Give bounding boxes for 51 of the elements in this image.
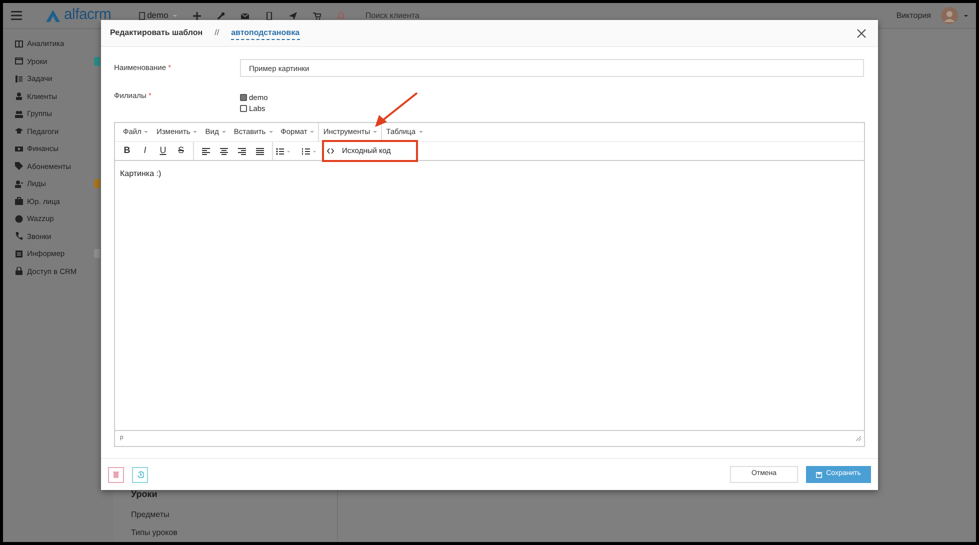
search-field[interactable]: Поиск клиента bbox=[365, 10, 456, 22]
calendar-icon bbox=[15, 57, 23, 66]
panel-link[interactable]: Типы уроков bbox=[131, 527, 337, 539]
briefcase-icon bbox=[15, 197, 23, 206]
users-icon bbox=[15, 110, 23, 118]
phone-icon bbox=[15, 232, 23, 240]
checkbox[interactable] bbox=[240, 94, 247, 101]
resize-handle-icon[interactable] bbox=[856, 436, 861, 441]
breadcrumb-separator: // bbox=[214, 27, 220, 39]
justify-icon[interactable] bbox=[256, 148, 264, 154]
history-button[interactable] bbox=[132, 466, 148, 482]
code-icon bbox=[327, 148, 334, 154]
align-right-icon[interactable] bbox=[238, 148, 246, 154]
align-left-icon[interactable] bbox=[202, 148, 210, 154]
cart-icon[interactable] bbox=[313, 12, 322, 20]
checkbox[interactable] bbox=[240, 105, 247, 112]
user-name[interactable]: Виктория bbox=[896, 10, 931, 22]
graduation-cap-icon bbox=[15, 127, 23, 136]
modal-title: Редактировать шаблон bbox=[110, 27, 203, 39]
strikethrough-button[interactable]: S bbox=[172, 142, 190, 160]
trash-icon bbox=[113, 471, 119, 478]
panel-link[interactable]: Предметы bbox=[131, 509, 337, 521]
money-icon bbox=[15, 144, 23, 153]
align-center-icon[interactable] bbox=[220, 148, 228, 154]
wrench-icon[interactable] bbox=[217, 12, 226, 20]
tag-icon bbox=[15, 162, 23, 170]
plus-icon[interactable] bbox=[193, 12, 202, 20]
branch-selector[interactable]: demo bbox=[139, 9, 178, 22]
section-heading: Уроки bbox=[131, 488, 158, 501]
history-icon bbox=[136, 471, 144, 478]
close-icon[interactable] bbox=[857, 28, 866, 38]
bullet-list-icon[interactable] bbox=[276, 148, 290, 154]
tasks-icon bbox=[15, 74, 23, 83]
editor-text: Картинка :) bbox=[120, 168, 162, 180]
user-icon bbox=[15, 92, 23, 100]
list-icon bbox=[15, 250, 23, 258]
logo-icon bbox=[46, 10, 60, 22]
numbered-list-icon[interactable] bbox=[302, 148, 316, 154]
logo-text: alfacrm bbox=[64, 5, 112, 26]
user-plus-icon bbox=[15, 180, 23, 188]
phone-icon[interactable] bbox=[265, 12, 274, 20]
template-link[interactable]: автоподстановка bbox=[231, 26, 300, 40]
lock-icon bbox=[15, 267, 23, 276]
bold-button[interactable]: B bbox=[118, 142, 136, 160]
chart-icon bbox=[15, 40, 23, 48]
underline-button[interactable]: U bbox=[154, 142, 172, 160]
menu-icon[interactable] bbox=[11, 11, 22, 20]
envelope-icon[interactable] bbox=[241, 12, 250, 20]
caret-icon[interactable] bbox=[964, 14, 968, 16]
building-icon bbox=[139, 12, 146, 20]
italic-button[interactable]: I bbox=[136, 142, 154, 160]
